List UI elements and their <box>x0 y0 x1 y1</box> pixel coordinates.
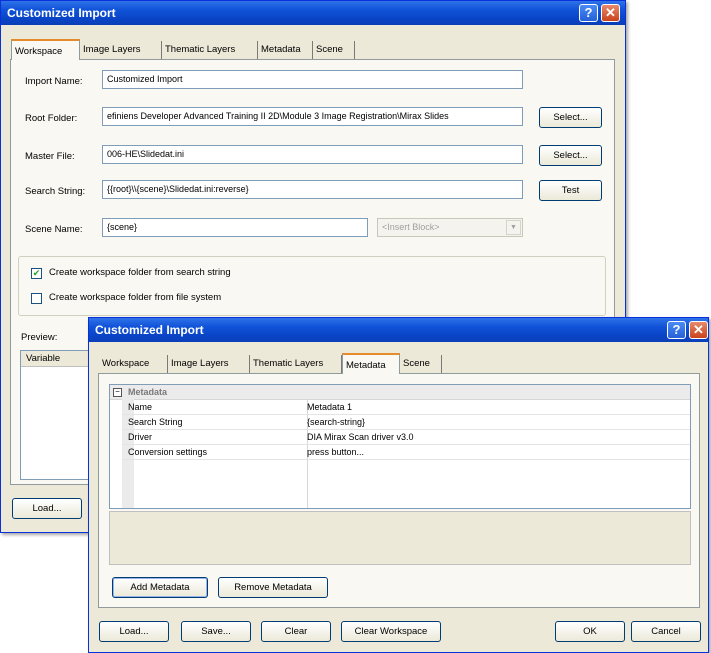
row-key: Conversion settings <box>128 447 208 457</box>
preview-column-variable: Variable <box>26 353 61 364</box>
front-window-title: Customized Import <box>95 323 204 337</box>
row-key: Driver <box>128 432 152 442</box>
metadata-panel: − Metadata Name Metadata 1 Search String… <box>98 373 700 608</box>
back-tab-strip: Workspace Image Layers Thematic Layers M… <box>11 39 611 60</box>
tab-thematic-layers[interactable]: Thematic Layers <box>250 355 342 373</box>
cancel-button[interactable]: Cancel <box>631 621 701 642</box>
row-value[interactable]: {search-string} <box>307 415 365 429</box>
table-row[interactable]: Driver DIA Mirax Scan driver v3.0 <box>122 430 690 445</box>
import-name-label: Import Name: <box>25 76 83 87</box>
insert-block-placeholder: <Insert Block> <box>382 222 440 232</box>
remove-metadata-button[interactable]: Remove Metadata <box>218 577 328 598</box>
back-window-title: Customized Import <box>7 6 116 20</box>
metadata-group-label: Metadata <box>128 387 168 397</box>
tab-image-layers[interactable]: Image Layers <box>168 355 250 373</box>
help-icon[interactable]: ? <box>667 321 686 339</box>
scene-name-label: Scene Name: <box>25 224 83 235</box>
search-string-folder-label: Create workspace folder from search stri… <box>49 267 231 278</box>
master-file-label: Master File: <box>25 151 75 162</box>
front-title-bar[interactable]: Customized Import ? ✕ <box>89 318 708 342</box>
row-value[interactable]: press button... <box>307 445 364 459</box>
collapse-icon[interactable]: − <box>113 388 122 397</box>
metadata-property-grid[interactable]: − Metadata Name Metadata 1 Search String… <box>109 384 691 509</box>
row-key: Search String <box>128 417 183 427</box>
save-button[interactable]: Save... <box>181 621 251 642</box>
add-metadata-button[interactable]: Add Metadata <box>112 577 208 598</box>
tab-workspace[interactable]: Workspace <box>99 355 168 373</box>
master-file-select-button[interactable]: Select... <box>539 145 602 166</box>
clear-workspace-button[interactable]: Clear Workspace <box>341 621 441 642</box>
front-tab-strip: Workspace Image Layers Thematic Layers M… <box>99 353 699 374</box>
scene-name-input[interactable]: {scene} <box>102 218 368 237</box>
import-name-input[interactable]: Customized Import <box>102 70 523 89</box>
tab-metadata[interactable]: Metadata <box>258 41 313 59</box>
tab-scene[interactable]: Scene <box>313 41 355 59</box>
tab-scene[interactable]: Scene <box>400 355 442 373</box>
tab-metadata[interactable]: Metadata <box>342 353 400 374</box>
row-key: Name <box>128 402 153 412</box>
preview-label: Preview: <box>21 332 58 343</box>
help-icon[interactable]: ? <box>579 4 598 22</box>
back-title-bar[interactable]: Customized Import ? ✕ <box>1 1 625 25</box>
front-dialog: Customized Import ? ✕ Workspace Image La… <box>88 317 709 653</box>
close-icon[interactable]: ✕ <box>601 4 620 22</box>
close-icon[interactable]: ✕ <box>689 321 708 339</box>
tab-workspace[interactable]: Workspace <box>11 39 80 60</box>
metadata-group-header[interactable]: − Metadata <box>110 385 690 400</box>
table-row[interactable]: Conversion settings press button... <box>122 445 690 460</box>
master-file-input[interactable]: 006-HE\Slidedat.ini <box>102 145 523 164</box>
ok-button[interactable]: OK <box>555 621 625 642</box>
table-row[interactable]: Search String {search-string} <box>122 415 690 430</box>
insert-block-dropdown: <Insert Block> ▼ <box>377 218 523 237</box>
workspace-folder-options: ✔ Create workspace folder from search st… <box>18 256 606 316</box>
table-row[interactable]: Name Metadata 1 <box>122 400 690 415</box>
search-string-label: Search String: <box>25 186 86 197</box>
row-value[interactable]: DIA Mirax Scan driver v3.0 <box>307 430 414 444</box>
search-string-folder-checkbox[interactable]: ✔ <box>31 268 42 279</box>
root-folder-select-button[interactable]: Select... <box>539 107 602 128</box>
test-button[interactable]: Test <box>539 180 602 201</box>
chevron-down-icon: ▼ <box>506 220 521 235</box>
root-folder-label: Root Folder: <box>25 113 78 124</box>
tab-image-layers[interactable]: Image Layers <box>80 41 162 59</box>
load-button[interactable]: Load... <box>99 621 169 642</box>
clear-button[interactable]: Clear <box>261 621 331 642</box>
file-system-folder-checkbox[interactable] <box>31 293 42 304</box>
back-load-button[interactable]: Load... <box>12 498 82 519</box>
root-folder-input[interactable]: efiniens Developer Advanced Training II … <box>102 107 523 126</box>
file-system-folder-label: Create workspace folder from file system <box>49 292 222 303</box>
search-string-input[interactable]: {{root}\\{scene}\Slidedat.ini:reverse} <box>102 180 523 199</box>
tab-thematic-layers[interactable]: Thematic Layers <box>162 41 258 59</box>
row-value[interactable]: Metadata 1 <box>307 400 352 414</box>
description-pane <box>109 511 691 565</box>
